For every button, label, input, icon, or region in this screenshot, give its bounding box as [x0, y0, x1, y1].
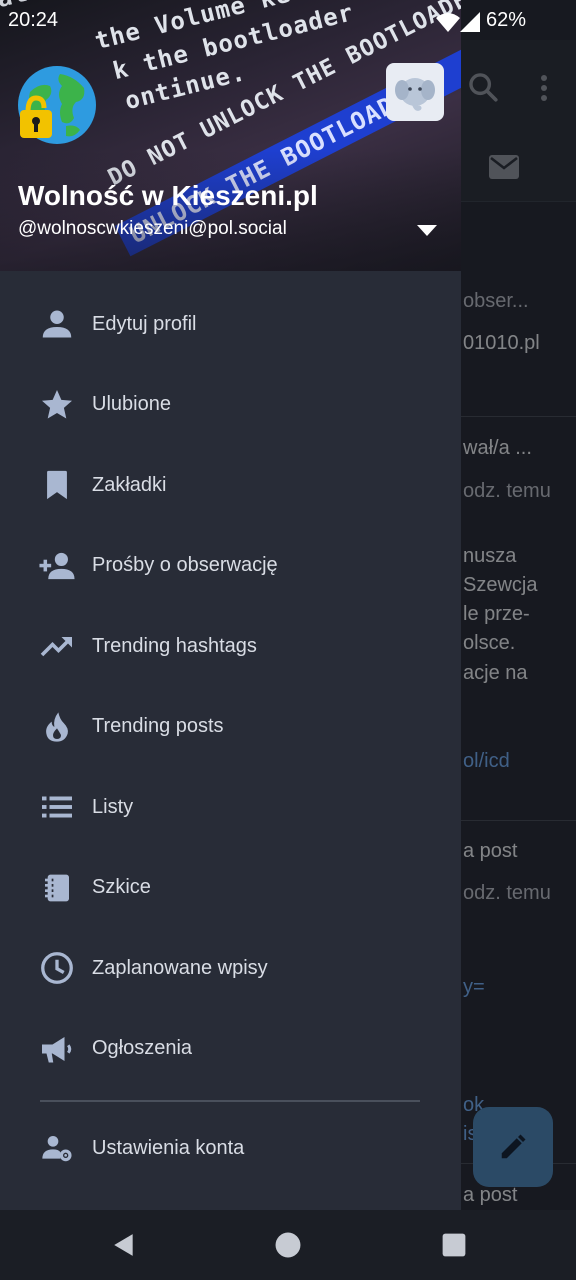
menu-item-label: Ogłoszenia	[92, 1037, 193, 1060]
person-icon	[38, 305, 76, 343]
star-icon	[38, 386, 76, 424]
divider	[40, 1100, 420, 1102]
menu-item-label: Edytuj profil	[92, 312, 197, 335]
megaphone-icon	[38, 1030, 76, 1068]
fire-icon	[38, 708, 76, 746]
status-time: 20:24	[8, 9, 59, 31]
puzzle-icon	[38, 1202, 76, 1210]
menu-item-lists[interactable]: Listy	[0, 767, 461, 848]
person-add-icon	[38, 547, 76, 585]
menu-item-label: Trending hashtags	[92, 634, 257, 657]
menu-item-label: Listy	[92, 795, 134, 818]
home-icon[interactable]	[275, 1232, 301, 1258]
account-name: Wolność w Kieszeni.pl	[18, 180, 318, 211]
back-icon[interactable]	[111, 1232, 137, 1258]
trending-up-icon	[38, 627, 76, 665]
notebook-icon	[38, 869, 76, 907]
account-switch-dropdown-icon[interactable]	[412, 218, 442, 242]
menu-item-drafts[interactable]: Szkice	[0, 848, 461, 929]
menu-item-label: Ustawienia konta	[92, 1136, 245, 1159]
menu-item-partial[interactable]	[0, 1188, 461, 1210]
signal-icon	[460, 12, 480, 32]
menu-item-bookmarks[interactable]: Zakładki	[0, 445, 461, 526]
menu-item-label: Ulubione	[92, 393, 171, 416]
list-icon	[38, 788, 76, 826]
app-logo	[386, 63, 444, 121]
menu-item-label: Zaplanowane wpisy	[92, 956, 268, 979]
pencil-icon	[501, 1134, 526, 1159]
clock-icon	[38, 949, 76, 987]
menu-item-label: Zakładki	[92, 473, 167, 496]
menu-item-label: Prośby o obserwację	[92, 554, 278, 577]
status-bar: 20:24 62%	[0, 0, 576, 40]
person-settings-icon	[38, 1129, 76, 1167]
menu-item-label: Szkice	[92, 876, 151, 899]
wifi-icon	[436, 13, 460, 32]
menu-item-trending-hashtags[interactable]: Trending hashtags	[0, 606, 461, 687]
menu-item-label: Trending posts	[92, 715, 224, 738]
recents-icon[interactable]	[441, 1232, 467, 1258]
menu-item-follow-requests[interactable]: Prośby o obserwację	[0, 526, 461, 607]
system-navigation-bar	[0, 1210, 576, 1280]
compose-button[interactable]	[473, 1107, 553, 1187]
mastodon-elephant-icon	[395, 78, 435, 111]
navigation-drawer: also delete the Volume ke k the bootload…	[0, 0, 461, 1210]
account-handle: @wolnoscwkieszeni@pol.social	[18, 218, 287, 239]
menu-item-trending-posts[interactable]: Trending posts	[0, 687, 461, 768]
menu-item-announcements[interactable]: Ogłoszenia	[0, 1009, 461, 1090]
menu-item-favourites[interactable]: Ulubione	[0, 365, 461, 446]
avatar[interactable]	[16, 64, 98, 146]
drawer-menu: Edytuj profil Ulubione Zakładki Prośby o…	[0, 284, 461, 1089]
menu-item-account-settings[interactable]: Ustawienia konta	[0, 1108, 461, 1188]
battery-level: 62%	[485, 9, 526, 31]
menu-item-scheduled-posts[interactable]: Zaplanowane wpisy	[0, 928, 461, 1009]
drawer-header: also delete the Volume ke k the bootload…	[0, 0, 461, 271]
bookmark-icon	[38, 466, 76, 504]
menu-item-edit-profile[interactable]: Edytuj profil	[0, 284, 461, 365]
